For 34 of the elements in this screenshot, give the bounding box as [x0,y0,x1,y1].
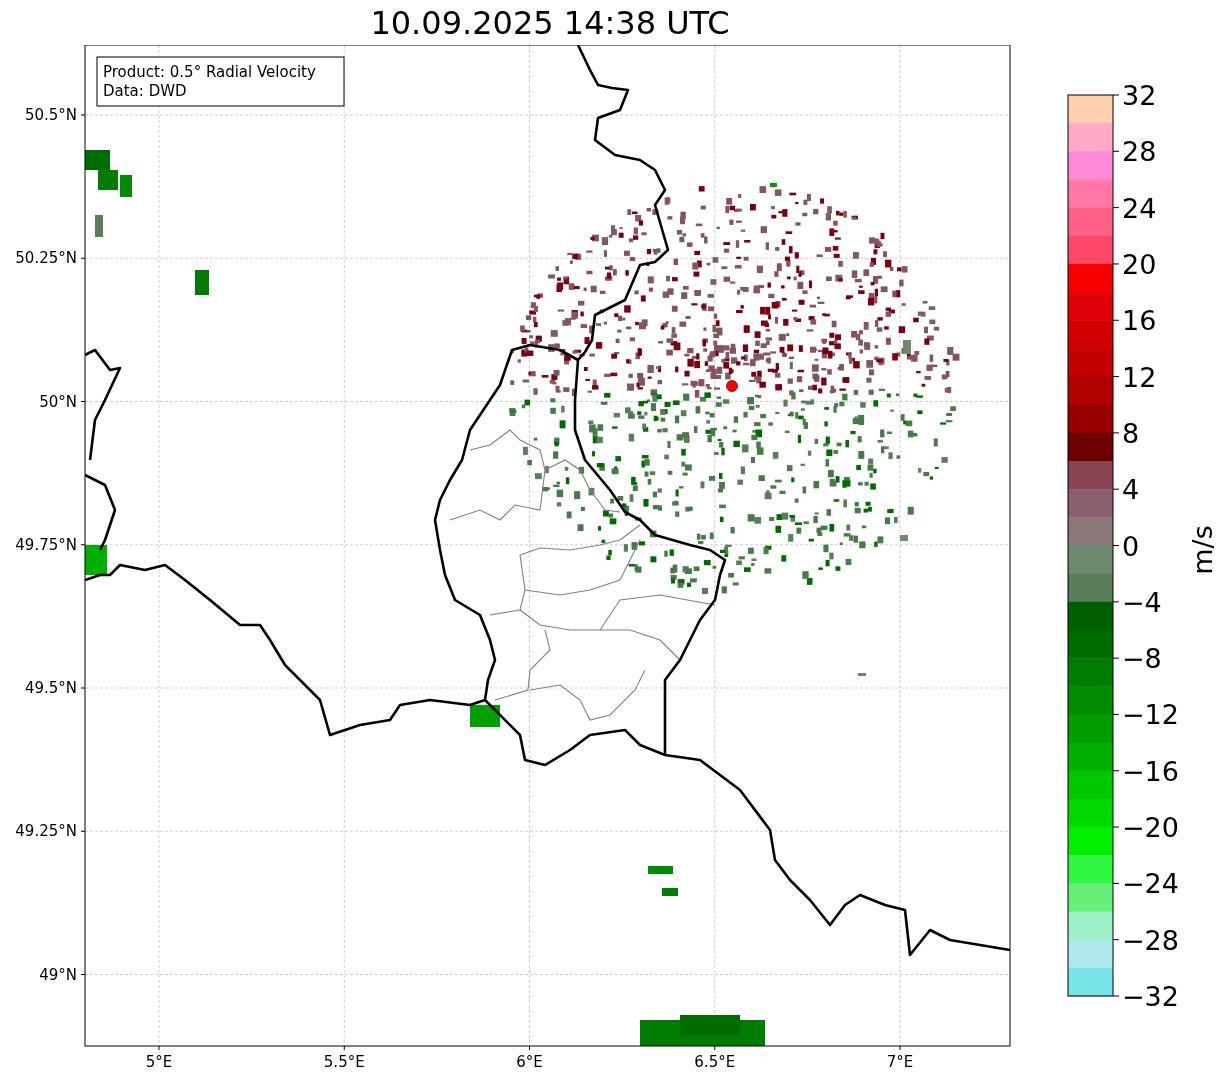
colorbar-tick-label: 20 [1122,248,1157,280]
colorbar-tick-label: 16 [1122,305,1157,337]
y-tick-label: 49.75°N [15,535,77,554]
y-tick-label: 49.25°N [15,822,77,841]
y-tick-label: 49°N [39,965,77,984]
y-tick-label: 50.5°N [24,106,77,124]
colorbar-label: m/s [1187,525,1218,575]
x-tick-label: 5°E [145,1053,173,1071]
y-tick-label: 50°N [39,392,77,411]
x-tick-label: 5.5°E [323,1053,365,1071]
colorbar-tick-label: −4 [1122,586,1162,618]
colorbar-tick-label: 32 [1122,80,1157,111]
colorbar-tick-label: −28 [1122,924,1179,956]
colorbar-tick-label: −20 [1122,812,1179,844]
x-tick-label: 7°E [886,1053,914,1071]
y-tick-label: 49.5°N [24,679,77,697]
colorbar-tick-label: −8 [1122,643,1162,675]
colorbar-tick-label: 28 [1122,136,1157,168]
x-tick-label: 6°E [516,1053,543,1071]
colorbar-tick-label: −12 [1122,699,1179,731]
colorbar-tick-label: 8 [1122,417,1140,449]
radar-site-icon [726,380,738,392]
y-tick-label: 50.25°N [15,249,77,268]
colorbar-tick-label: 4 [1122,474,1140,506]
colorbar-tick-label: 0 [1122,530,1140,562]
colorbar-tick-label: −24 [1122,868,1179,900]
legend-text: Data: DWD [103,82,187,100]
colorbar-tick-label: 24 [1122,192,1157,224]
x-tick-label: 6.5°E [694,1053,736,1071]
colorbar-tick-label: 12 [1122,361,1157,393]
chart-title: 10.09.2025 14:38 UTC [370,6,730,39]
legend-text: Product: 0.5° Radial Velocity [103,63,316,81]
colorbar-tick-label: −16 [1122,755,1179,787]
colorbar-tick-label: −32 [1122,981,1179,1012]
